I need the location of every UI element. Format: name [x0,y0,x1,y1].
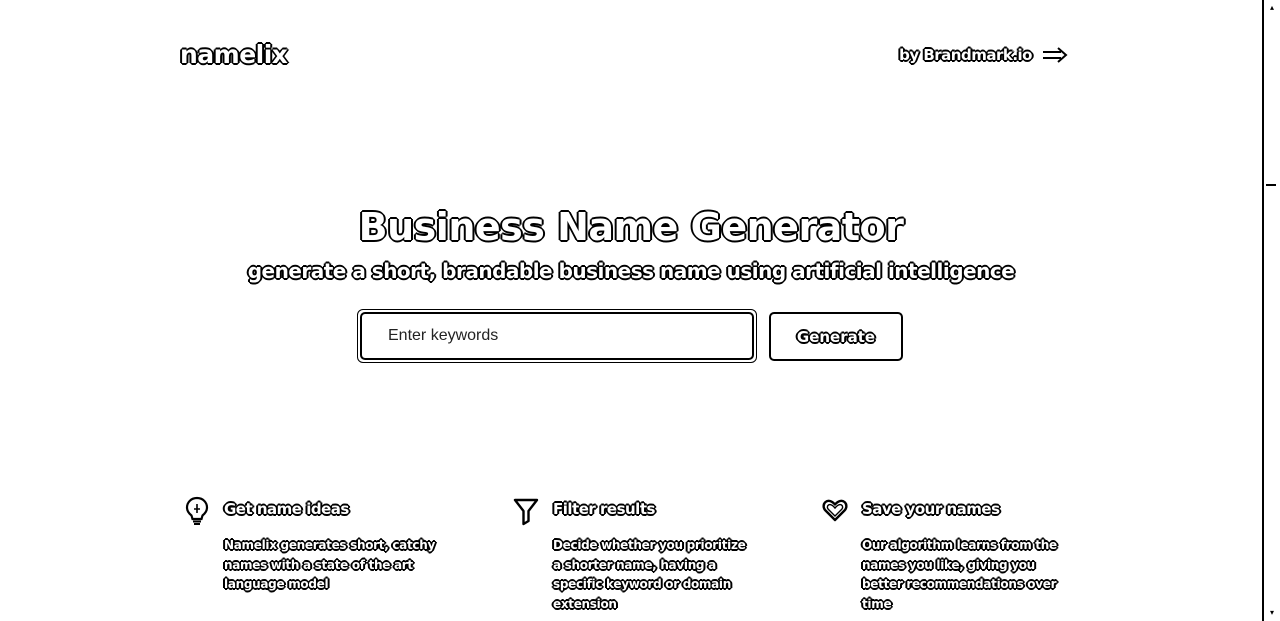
brandmark-link[interactable]: by Brandmark.io [899,46,1068,64]
keywords-input[interactable] [360,312,754,360]
feature-title: Get name ideas [224,500,349,518]
scroll-thumb[interactable] [1266,24,1276,186]
feature-title: Filter results [553,500,655,518]
lightbulb-icon [184,496,210,526]
byline-label: by Brandmark.io [899,46,1032,64]
generate-button[interactable]: Generate [769,312,903,361]
feature-description: Decide whether you prioritize a shorter … [553,538,746,611]
keyword-input-wrapper [357,309,757,363]
page: namelix by Brandmark.io Business Name Ge… [0,0,1280,621]
vertical-scrollbar[interactable]: ▴ ▾ [1262,0,1280,621]
page-subtitle: generate a short, brandable business nam… [247,259,1015,283]
feature-title: Save your names [862,500,1000,518]
feature-description: Namelix generates short, catchy names wi… [224,538,435,591]
feature-description: Our algorithm learns from the names you … [862,538,1057,611]
arrow-right-icon [1042,47,1068,63]
scroll-down-arrow-icon[interactable]: ▾ [1267,609,1277,617]
scroll-up-arrow-icon[interactable]: ▴ [1267,4,1277,12]
namelix-logo[interactable]: namelix [180,40,288,69]
filter-icon [513,496,539,526]
heart-icon [822,496,848,526]
page-title: Business Name Generator [358,205,904,249]
